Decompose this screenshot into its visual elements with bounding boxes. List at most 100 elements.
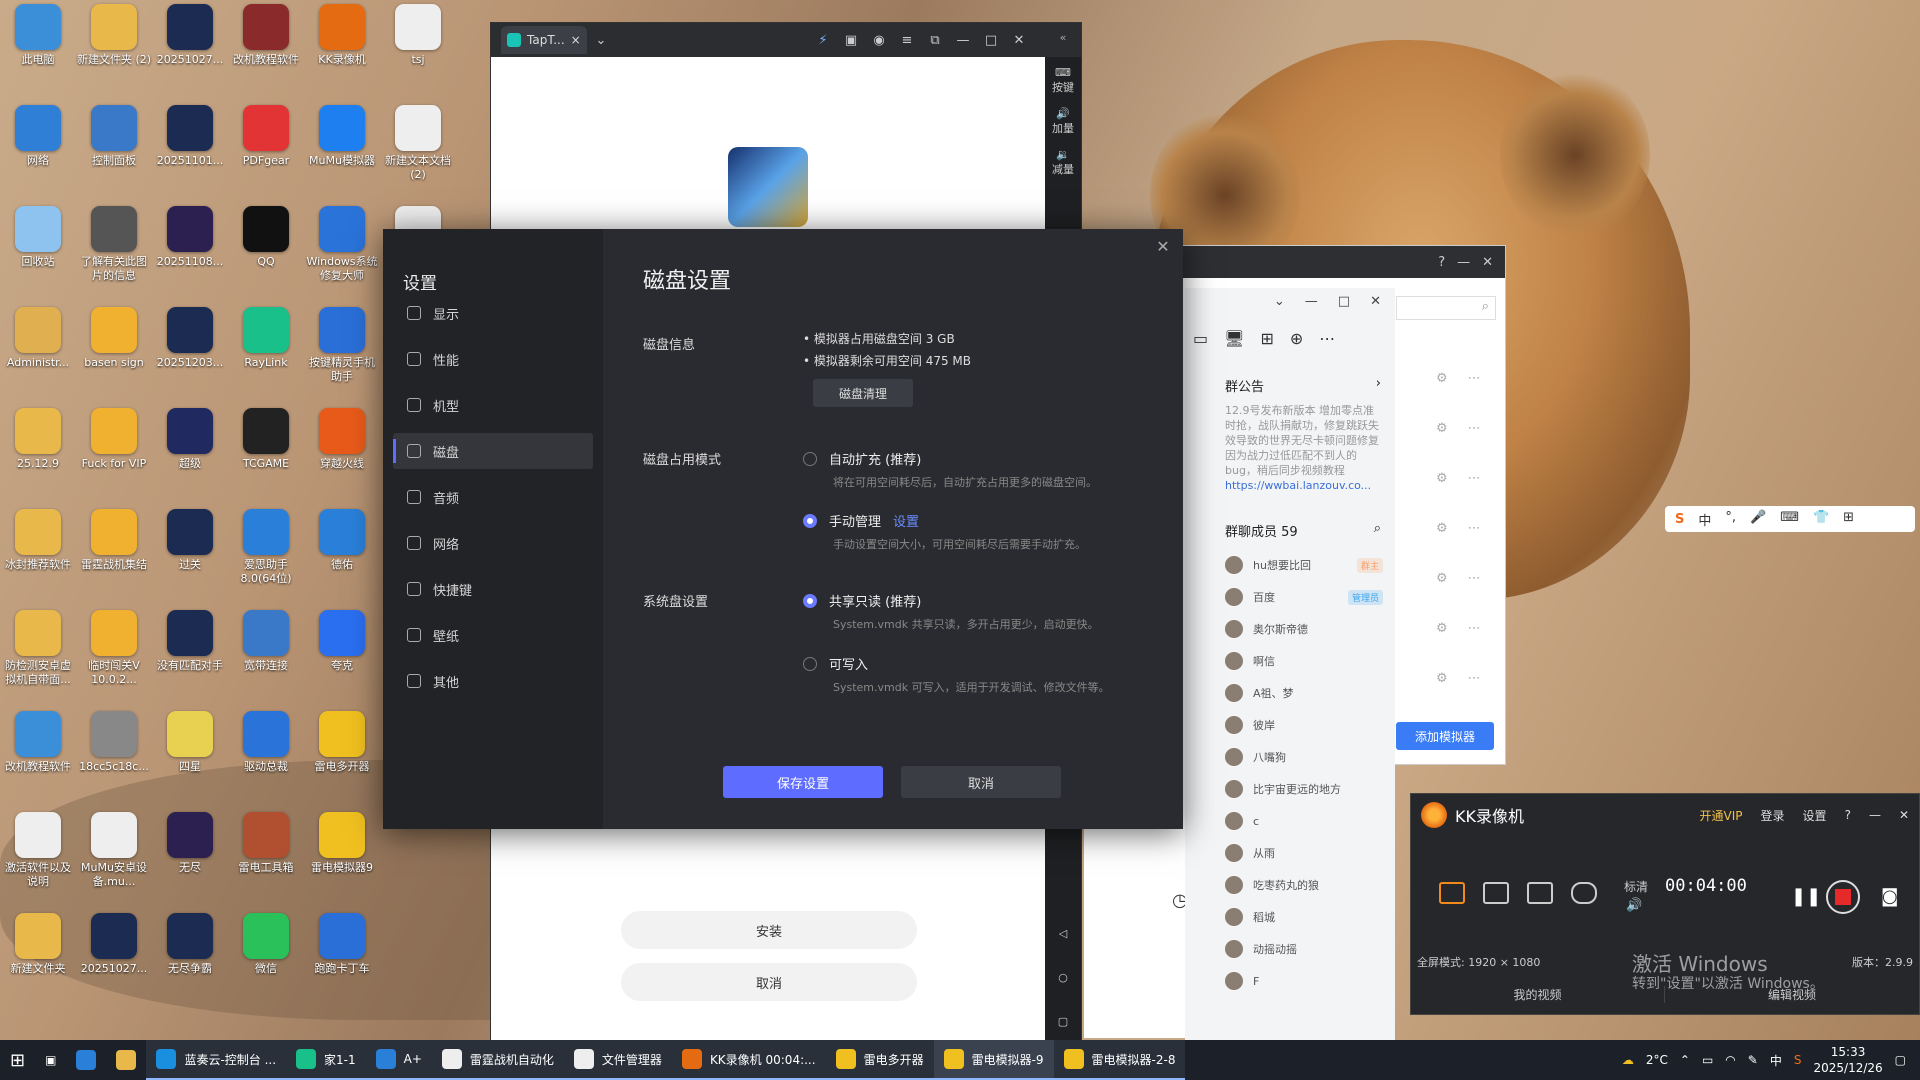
more-icon[interactable]: ⋯ <box>1468 371 1481 386</box>
radio-manual[interactable]: 手动管理 设置 <box>803 511 919 530</box>
gear-icon[interactable]: ⚙ <box>1436 671 1448 686</box>
desktop-icon[interactable]: 雷霆战机集结 <box>76 509 152 572</box>
member-item[interactable]: 稻城 <box>1185 901 1395 933</box>
close-icon[interactable]: ✕ <box>1005 26 1033 54</box>
gear-icon[interactable]: ⚙ <box>1436 571 1448 586</box>
help-icon[interactable]: ? <box>1438 255 1445 270</box>
more-icon[interactable]: ⋯ <box>1468 421 1481 436</box>
notification-icon[interactable]: ▢ <box>1895 1053 1906 1067</box>
ime-button[interactable]: 🎤 <box>1750 510 1766 529</box>
add-emulator-button[interactable]: 添加模拟器 <box>1396 722 1494 750</box>
instance-row[interactable]: ⚙ ⋯ <box>1396 508 1502 548</box>
ime-button[interactable]: ⌨ <box>1780 510 1799 529</box>
kk-settings-link[interactable]: 设置 <box>1803 807 1827 824</box>
member-item[interactable]: 吃枣药丸的狼 <box>1185 869 1395 901</box>
close-icon[interactable]: ✕ <box>1153 237 1173 257</box>
window-mode-icon[interactable] <box>1527 882 1553 904</box>
more-icon[interactable]: ⋯ <box>1468 521 1481 536</box>
nav-item[interactable]: 壁纸 <box>393 617 593 653</box>
desktop-icon[interactable]: MuMu模拟器 <box>304 105 380 168</box>
desktop-icon[interactable]: 18cc5c18c... <box>76 711 152 774</box>
user-icon[interactable]: ◉ <box>865 26 893 54</box>
member-item[interactable]: A祖、梦 <box>1185 677 1395 709</box>
desktop-icon[interactable]: 防检测安卓虚拟机自带面... <box>0 610 76 687</box>
desktop-icon[interactable]: 此电脑 <box>0 4 76 67</box>
desktop-icon[interactable]: 按键精灵手机助手 <box>304 307 380 384</box>
member-item[interactable]: 百度 管理员 <box>1185 581 1395 613</box>
window-icon[interactable]: ⧉ <box>921 26 949 54</box>
disk-clean-button[interactable]: 磁盘清理 <box>813 379 913 407</box>
my-videos-button[interactable]: 我的视频 <box>1411 985 1665 1003</box>
battery-icon[interactable]: ▭ <box>1702 1053 1713 1067</box>
ime-button[interactable]: ⊞ <box>1843 510 1854 529</box>
maximize-icon[interactable]: □ <box>977 26 1005 54</box>
desktop-icon[interactable]: 超级 <box>152 408 228 471</box>
desktop-icon[interactable]: TCGAME <box>228 408 304 471</box>
help-icon[interactable]: ? <box>1845 808 1851 822</box>
desktop-icon[interactable]: 跑跑卡丁车 <box>304 913 380 976</box>
member-item[interactable]: F <box>1185 965 1395 997</box>
ime-indicator[interactable]: 中 <box>1770 1052 1782 1069</box>
desktop-icon[interactable]: 20251027... <box>152 4 228 67</box>
stop-record-button[interactable] <box>1826 880 1860 914</box>
desktop-icon[interactable]: 新建文件夹 (2) <box>76 4 152 67</box>
member-item[interactable]: 啊信 <box>1185 645 1395 677</box>
member-item[interactable]: c <box>1185 805 1395 837</box>
desktop-icon[interactable]: 了解有关此图片的信息 <box>76 206 152 283</box>
side-button-keys[interactable]: ⌨ 按键 <box>1045 66 1081 95</box>
nav-item[interactable]: 网络 <box>393 525 593 561</box>
cancel-button[interactable]: 取消 <box>901 766 1061 798</box>
nav-item[interactable]: 显示 <box>393 295 593 331</box>
gear-icon[interactable]: ⚙ <box>1436 371 1448 386</box>
desktop-icon[interactable]: 改机教程软件 <box>228 4 304 67</box>
back-icon[interactable]: ◁ <box>1045 927 1081 940</box>
taptap-cancel-button[interactable]: 取消 <box>621 963 917 1001</box>
recent-icon[interactable]: ▢ <box>1045 1015 1081 1028</box>
bolt-icon[interactable]: ⚡ <box>809 26 837 54</box>
close-icon[interactable]: × <box>571 33 581 47</box>
desktop-icon[interactable]: 网络 <box>0 105 76 168</box>
close-icon[interactable]: ✕ <box>1482 255 1493 270</box>
member-item[interactable]: 奥尔斯帝德 <box>1185 613 1395 645</box>
menu-icon[interactable]: ≡ <box>893 26 921 54</box>
desktop-icon[interactable]: 没有匹配对手 <box>152 610 228 673</box>
minimize-icon[interactable]: — <box>1869 808 1881 822</box>
member-item[interactable]: hu想要比回 群主 <box>1185 549 1395 581</box>
member-item[interactable]: 从雨 <box>1185 837 1395 869</box>
member-item[interactable]: 动摇动摇 <box>1185 933 1395 965</box>
nav-item[interactable]: 音频 <box>393 479 593 515</box>
gift-icon[interactable]: ▣ <box>837 26 865 54</box>
screen-share-icon[interactable]: 🖥 <box>1224 329 1244 348</box>
save-button[interactable]: 保存设置 <box>723 766 883 798</box>
desktop-icon[interactable]: MuMu安卓设备.mu... <box>76 812 152 889</box>
radio-auto-expand[interactable]: 自动扩充 (推荐) <box>803 449 921 468</box>
video-icon[interactable]: ▭ <box>1193 329 1208 348</box>
desktop-icon[interactable]: Fuck for VIP <box>76 408 152 471</box>
desktop-icon[interactable]: 新建文本文档 (2) <box>380 105 456 182</box>
member-item[interactable]: 比宇宙更远的地方 <box>1185 773 1395 805</box>
taskbar-app[interactable]: 雷电模拟器-2-8 <box>1053 1040 1186 1080</box>
add-icon[interactable]: ⊕ <box>1290 329 1303 348</box>
desktop-icon[interactable]: 德佑 <box>304 509 380 572</box>
close-icon[interactable]: ✕ <box>1370 294 1381 309</box>
region-mode-icon[interactable] <box>1483 882 1509 904</box>
taskbar-app[interactable]: 蓝奏云-控制台 ... <box>146 1040 287 1080</box>
explorer-button[interactable] <box>106 1040 146 1080</box>
quality-label[interactable]: 标清 <box>1624 878 1648 895</box>
announcement-link[interactable]: https://wwbai.lanzouv.co... <box>1225 478 1383 493</box>
chevron-down-icon[interactable]: ⌄ <box>1274 294 1285 309</box>
chevron-up-icon[interactable]: ⌃ <box>1680 1053 1690 1067</box>
nav-item[interactable]: 快捷键 <box>393 571 593 607</box>
nav-item[interactable]: 其他 <box>393 663 593 699</box>
minimize-icon[interactable]: — <box>1457 255 1470 270</box>
taskbar-app[interactable]: 雷霆战机自动化 <box>431 1040 564 1080</box>
more-icon[interactable]: ⋯ <box>1319 329 1335 348</box>
maximize-icon[interactable]: □ <box>1338 294 1350 309</box>
more-icon[interactable]: ⋯ <box>1468 471 1481 486</box>
pause-icon[interactable]: ❚❚ <box>1791 886 1821 907</box>
ime-button[interactable]: 中 <box>1698 510 1711 529</box>
side-button-volume-down[interactable]: 🔉 减量 <box>1045 148 1081 177</box>
desktop-icon[interactable]: 20251203... <box>152 307 228 370</box>
search-box[interactable]: ⌕ <box>1396 296 1496 320</box>
desktop-icon[interactable]: QQ <box>228 206 304 269</box>
